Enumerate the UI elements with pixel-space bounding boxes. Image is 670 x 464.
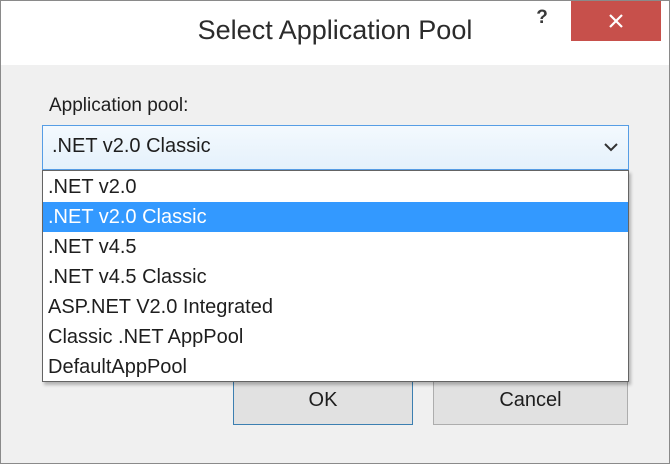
help-button[interactable]: ?	[525, 1, 559, 37]
dropdown-option[interactable]: DefaultAppPool	[43, 352, 628, 382]
dropdown-option-selected[interactable]: .NET v2.0 Classic	[43, 202, 628, 232]
dialog-title: Select Application Pool	[197, 15, 473, 45]
close-button[interactable]	[571, 1, 661, 41]
dropdown-option[interactable]: .NET v4.5 Classic	[43, 262, 628, 292]
select-application-pool-dialog: Select Application Pool ? Application po…	[0, 0, 670, 464]
title-bar: Select Application Pool ?	[1, 1, 669, 65]
application-pool-combobox[interactable]: .NET v2.0 Classic	[42, 125, 629, 170]
dropdown-option[interactable]: .NET v2.0	[43, 172, 628, 202]
dropdown-option[interactable]: ASP.NET V2.0 Integrated	[43, 292, 628, 322]
cancel-button[interactable]: Cancel	[433, 375, 628, 425]
close-icon	[609, 14, 623, 28]
application-pool-dropdown-list: .NET v2.0 .NET v2.0 Classic .NET v4.5 .N…	[42, 170, 629, 382]
dropdown-option[interactable]: Classic .NET AppPool	[43, 322, 628, 352]
ok-button[interactable]: OK	[233, 375, 413, 425]
dropdown-option[interactable]: .NET v4.5	[43, 232, 628, 262]
chevron-down-icon	[604, 143, 618, 152]
application-pool-label: Application pool:	[49, 95, 189, 116]
combobox-selected-value: .NET v2.0 Classic	[52, 135, 211, 157]
